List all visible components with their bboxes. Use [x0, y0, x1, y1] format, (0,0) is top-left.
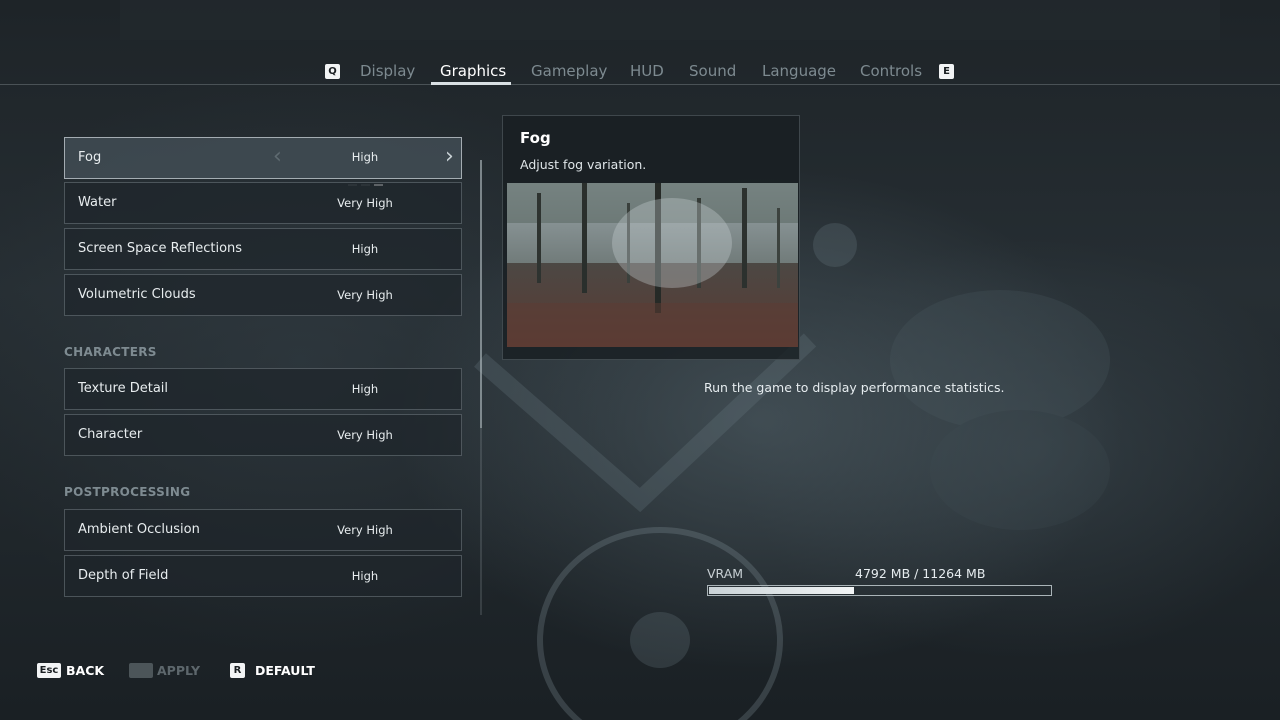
next-tab-key[interactable]: E — [939, 64, 954, 79]
setting-value: High — [351, 382, 379, 396]
setting-value: Very High — [337, 428, 393, 442]
vram-label: VRAM — [707, 566, 744, 581]
setting-label: Fog — [78, 150, 102, 165]
tabs-divider — [0, 84, 1280, 85]
setting-row-depth-of-field[interactable]: Depth of Field High — [64, 555, 462, 597]
vram-value: 4792 MB / 11264 MB — [855, 566, 986, 581]
setting-value: High — [351, 242, 379, 256]
tab-display[interactable]: Display — [360, 62, 415, 80]
setting-row-texture-detail[interactable]: Texture Detail High — [64, 368, 462, 410]
r-key-icon[interactable]: R — [230, 663, 245, 678]
setting-label: Depth of Field — [78, 568, 169, 583]
setting-value: Very High — [337, 523, 393, 537]
tab-language[interactable]: Language — [762, 62, 836, 80]
setting-label: Texture Detail — [78, 381, 169, 396]
default-button[interactable]: DEFAULT — [255, 663, 315, 678]
tab-controls[interactable]: Controls — [860, 62, 922, 80]
fog-preview-image — [507, 183, 798, 347]
setting-row-screen-space-reflections[interactable]: Screen Space Reflections High — [64, 228, 462, 270]
tab-sound[interactable]: Sound — [689, 62, 736, 80]
vram-usage-fill — [709, 587, 854, 594]
tab-graphics[interactable]: Graphics — [440, 62, 506, 80]
chevron-right-icon[interactable]: › — [445, 146, 454, 168]
apply-button[interactable]: APPLY — [157, 663, 200, 678]
setting-row-character[interactable]: Character Very High — [64, 414, 462, 456]
setting-value: High — [351, 569, 379, 583]
setting-label: Water — [78, 195, 117, 210]
background-scene — [0, 0, 1280, 720]
setting-value: High — [351, 150, 379, 164]
setting-info-panel: Fog Adjust fog variation. — [502, 115, 800, 360]
section-header-postprocessing: POSTPROCESSING — [64, 485, 191, 499]
chevron-left-icon[interactable]: ‹ — [273, 146, 282, 168]
setting-row-water[interactable]: Water Very High — [64, 182, 462, 224]
forest-fog-illustration — [507, 183, 798, 347]
back-button[interactable]: BACK — [66, 663, 104, 678]
performance-message: Run the game to display performance stat… — [704, 380, 1005, 395]
settings-scrollbar-thumb[interactable] — [480, 160, 482, 428]
statue-relief-art — [120, 0, 1220, 720]
setting-label: Volumetric Clouds — [78, 287, 196, 302]
apply-key-icon — [129, 663, 153, 678]
esc-key-icon[interactable]: Esc — [37, 663, 61, 678]
tab-hud[interactable]: HUD — [630, 62, 664, 80]
info-title: Fog — [520, 129, 551, 147]
active-tab-underline — [431, 82, 511, 85]
setting-row-fog[interactable]: Fog ‹ High › — [64, 137, 462, 186]
vram-usage-bar — [707, 585, 1052, 596]
setting-row-ambient-occlusion[interactable]: Ambient Occlusion Very High — [64, 509, 462, 551]
setting-label: Ambient Occlusion — [78, 522, 200, 537]
setting-row-volumetric-clouds[interactable]: Volumetric Clouds Very High — [64, 274, 462, 316]
section-header-characters: CHARACTERS — [64, 345, 157, 359]
setting-value: Very High — [337, 196, 393, 210]
setting-label: Screen Space Reflections — [78, 241, 243, 256]
setting-value: Very High — [337, 288, 393, 302]
setting-label: Character — [78, 427, 143, 442]
tab-gameplay[interactable]: Gameplay — [531, 62, 607, 80]
prev-tab-key[interactable]: Q — [325, 64, 340, 79]
info-description: Adjust fog variation. — [520, 157, 647, 172]
